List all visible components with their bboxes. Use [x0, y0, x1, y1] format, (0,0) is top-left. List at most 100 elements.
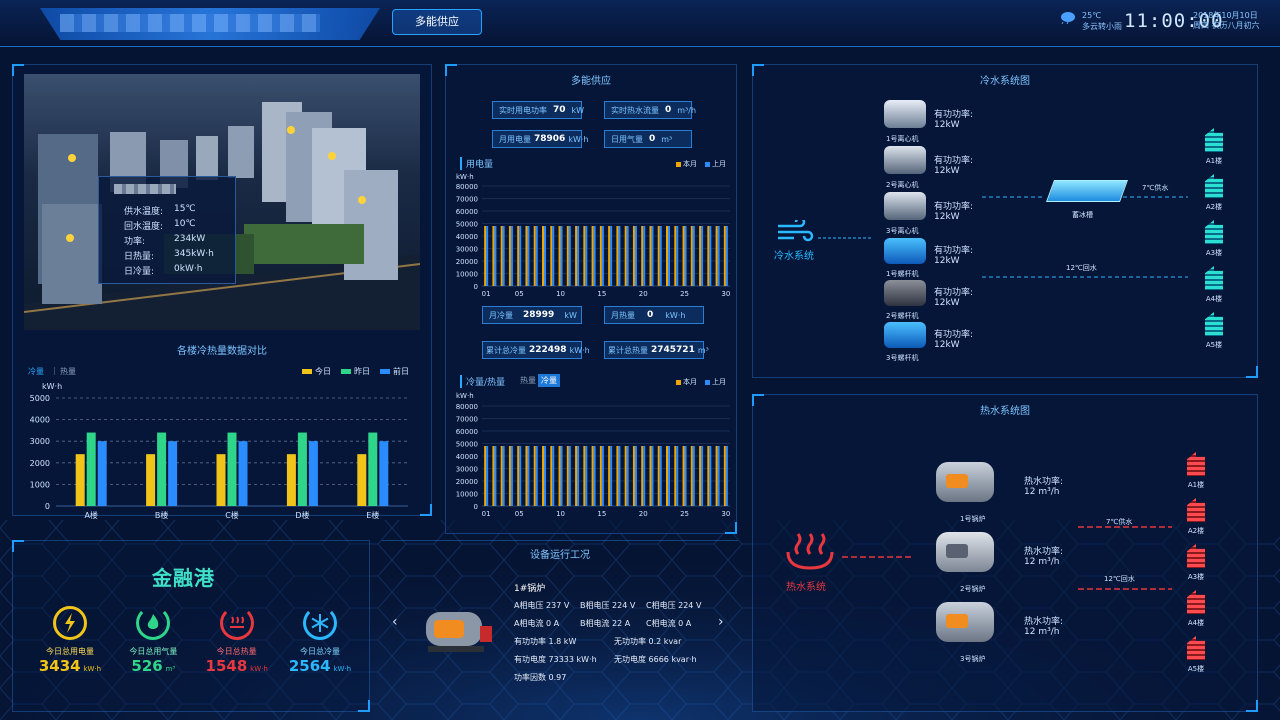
machine-power-value: 12kW [934, 212, 960, 222]
stat-total-heat: 累计总热量 2745721 m³ [604, 341, 709, 359]
kpi-value: 3434 [38, 657, 81, 675]
x-tick-label: 25 [680, 290, 689, 298]
stat-unit: kW [571, 105, 585, 115]
stat-unit: m³ [661, 134, 673, 144]
info-value: 345kW·h [174, 249, 214, 259]
x-tick-label: 05 [515, 510, 524, 518]
x-tick-label: 01 [482, 510, 491, 518]
bar-前日 [238, 441, 248, 506]
info-row: 日冷量: 0kW·h [124, 264, 234, 279]
bar-本月 [599, 446, 602, 506]
building-icon [1205, 266, 1223, 290]
building-name-blurred [114, 184, 176, 194]
legend-item: 本月 [676, 377, 697, 387]
kpi-value-line: 3434 kW·h [30, 657, 110, 675]
machine-power-label: 有功功率: [934, 202, 974, 212]
kpi-label: 今日总用气量 [129, 647, 178, 656]
bar-前日 [379, 441, 389, 506]
bar-上月 [684, 446, 687, 506]
stat-label: 累计总冷量 [486, 345, 526, 355]
kpi-value: 526 [131, 657, 163, 675]
bar-今日 [216, 454, 226, 506]
screw-chiller-image [884, 280, 926, 306]
x-tick-label: C楼 [225, 510, 239, 520]
bar-本月 [484, 446, 487, 506]
building-icon [1205, 128, 1223, 152]
bar-本月 [699, 226, 702, 286]
building-label: A1楼 [1205, 157, 1223, 165]
kpi-row: 今日总用电量 3434 kW·h 今日总用气量 526 m³ 今日总热量 154… [30, 606, 360, 696]
machine-name: 2号螺杆机 [886, 312, 919, 320]
hot-building-list: A1楼 A2楼 A3楼 A4楼 A5楼 [1180, 452, 1212, 682]
info-row: 功率: 234kW [124, 234, 234, 249]
boiler-row: 2号锅炉 热水功率: 12 m³/h [936, 532, 1076, 602]
x-tick-label: 10 [556, 290, 565, 298]
building-item: A5楼 [1180, 636, 1212, 682]
y-tick-label: 5000 [30, 394, 50, 403]
equipment-title: 设备运行工况 [530, 550, 590, 561]
bar-上月 [676, 446, 679, 506]
power-chart-title: 用电量 [460, 157, 493, 170]
bar-本月 [608, 446, 611, 506]
bar-本月 [657, 226, 660, 286]
x-tick-label: 01 [482, 290, 491, 298]
bar-昨日 [297, 432, 307, 506]
bar-上月 [502, 446, 505, 506]
stat-value: 70 [553, 105, 566, 115]
compare-tab-heat[interactable]: 热量 [60, 366, 76, 377]
stat-unit: m³ [697, 345, 709, 355]
building-item: A1楼 [1180, 452, 1212, 498]
info-label: 日冷量: [124, 267, 155, 277]
legend-swatch-day-before [380, 369, 390, 374]
bar-上月 [717, 446, 720, 506]
stat-value: 78906 [534, 134, 566, 144]
kpi-value: 1548 [205, 657, 248, 675]
building-item: A2楼 [1198, 174, 1230, 220]
prev-arrow-icon[interactable]: ‹ [392, 614, 398, 630]
bar-本月 [699, 446, 702, 506]
legend-item: 今日 [302, 366, 331, 377]
lightning-icon [53, 606, 87, 640]
bar-本月 [632, 446, 635, 506]
tab-multi-energy[interactable]: 多能供应 [392, 9, 482, 35]
stat-value: 0 [665, 105, 672, 115]
chart2-tab-cold[interactable]: 冷量 [538, 374, 560, 387]
y-tick-label: 40000 [456, 233, 478, 241]
y-tick-label: 70000 [456, 416, 478, 424]
bar-本月 [682, 226, 685, 286]
bar-上月 [701, 446, 704, 506]
kpi-value-line: 526 m³ [113, 657, 193, 675]
stat-unit: kW·h [568, 134, 589, 144]
compare-legend: 今日 昨日 前日 [302, 366, 409, 377]
stat-monthly-cold: 月冷量 28999 kW [482, 306, 582, 324]
param-row: 功率因数 0.97 [514, 672, 724, 690]
bar-本月 [542, 446, 544, 506]
bar-上月 [634, 446, 637, 506]
bar-本月 [533, 226, 536, 286]
cold-heat-chart-legend: 本月 上月 [676, 377, 726, 387]
machine-power-value: 12kW [934, 298, 960, 308]
hot-supply-label: 7℃供水 [1106, 518, 1133, 526]
machine-power-label: 有功功率: [934, 246, 974, 256]
bar-本月 [649, 446, 652, 506]
boiler-power-label: 热水功率: [1024, 547, 1064, 557]
bar-昨日 [227, 432, 237, 506]
bar-上月 [709, 446, 712, 506]
bar-本月 [624, 446, 627, 506]
bar-上月 [494, 446, 497, 506]
bar-本月 [624, 226, 627, 286]
boiler-image [936, 532, 994, 572]
y-tick-label: 70000 [456, 196, 478, 204]
bar-上月 [725, 226, 728, 286]
info-label: 回水温度: [124, 222, 164, 232]
chart2-tab-heat[interactable]: 热量 [520, 375, 536, 386]
x-tick-label: 20 [639, 290, 648, 298]
building-icon [1187, 590, 1205, 614]
y-tick-label: 4000 [30, 416, 50, 425]
compare-tab-cold[interactable]: 冷量 [28, 366, 44, 377]
param-row: A相电压 237 V B相电压 224 V C相电压 224 V [514, 600, 724, 618]
x-tick-label: 15 [597, 510, 606, 518]
info-value: 15℃ [174, 204, 196, 214]
boiler-row: 3号锅炉 热水功率: 12 m³/h [936, 602, 1076, 672]
x-tick-label: 30 [721, 510, 730, 518]
